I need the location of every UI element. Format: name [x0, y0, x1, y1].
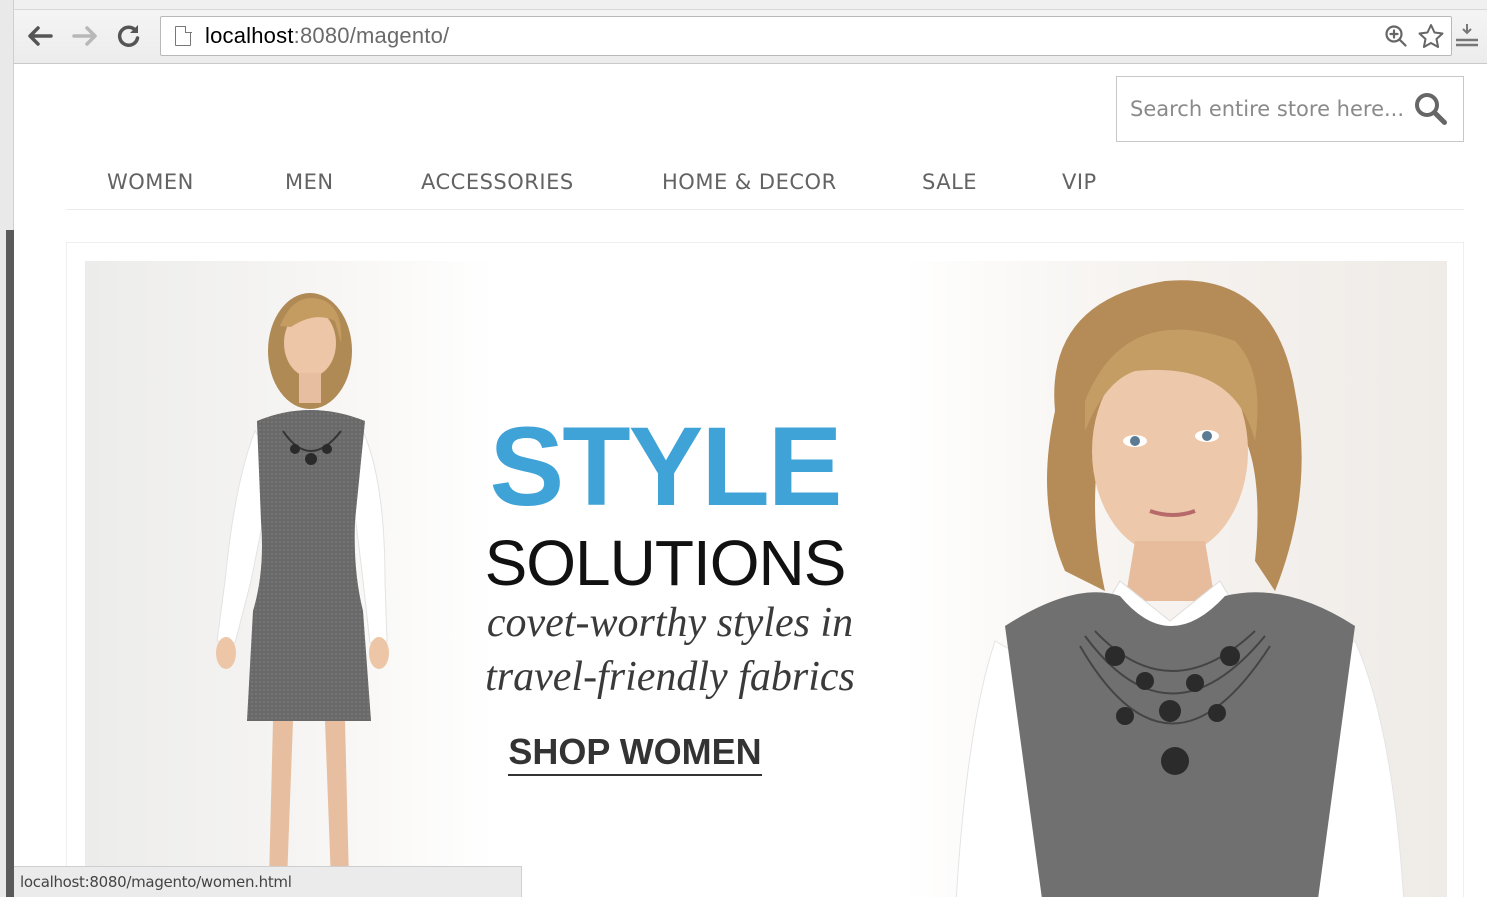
toolbar-top-edge [14, 0, 1487, 10]
shop-women-label[interactable]: SHOP WOMEN [508, 731, 762, 776]
browser-status-bar: localhost:8080/magento/women.html [14, 866, 522, 897]
hero-title: STYLE [489, 404, 843, 529]
nav-item-men[interactable]: MEN [285, 170, 334, 194]
hero-frame: STYLE SOLUTIONS covet-worthy styles in t… [66, 242, 1464, 897]
search-input[interactable] [1130, 97, 1410, 121]
back-arrow-icon[interactable] [24, 20, 56, 52]
hero-tagline-line1: covet-worthy styles in [486, 600, 854, 646]
menu-icon[interactable] [1453, 22, 1481, 57]
hero-tagline-line2: travel-friendly fabrics [485, 654, 855, 700]
page-icon [175, 25, 192, 46]
url-host: localhost [205, 23, 294, 48]
left-window-edge [0, 0, 14, 897]
star-icon[interactable] [1417, 23, 1445, 55]
main-navigation: WOMEN MEN ACCESSORIES HOME & DECOR SALE … [66, 160, 1464, 210]
nav-item-home-decor[interactable]: HOME & DECOR [662, 170, 837, 194]
browser-toolbar: localhost:8080/magento/ [14, 0, 1487, 64]
reload-icon[interactable] [112, 20, 144, 52]
hero-tagline: covet-worthy styles in travel-friendly f… [415, 596, 925, 704]
nav-item-women[interactable]: WOMEN [107, 170, 194, 194]
address-url[interactable]: localhost:8080/magento/ [205, 23, 449, 49]
forward-arrow-icon[interactable] [69, 20, 101, 52]
search-icon[interactable] [1413, 91, 1449, 127]
hero-subtitle: SOLUTIONS [484, 527, 847, 599]
zoom-icon[interactable] [1383, 23, 1409, 55]
url-path: :8080/magento/ [293, 23, 450, 48]
shop-women-link[interactable]: SHOP WOMEN [485, 731, 785, 776]
address-bar[interactable]: localhost:8080/magento/ [160, 16, 1452, 56]
model-photo-left [216, 293, 389, 881]
nav-item-accessories[interactable]: ACCESSORIES [421, 170, 574, 194]
hero-banner[interactable]: STYLE SOLUTIONS covet-worthy styles in t… [85, 261, 1447, 897]
nav-item-sale[interactable]: SALE [922, 170, 977, 194]
left-window-scrollbar [6, 230, 14, 897]
store-search [1116, 76, 1464, 142]
omnibox-icons [1383, 23, 1445, 55]
nav-item-vip[interactable]: VIP [1062, 170, 1097, 194]
model-photo-right [955, 280, 1405, 897]
